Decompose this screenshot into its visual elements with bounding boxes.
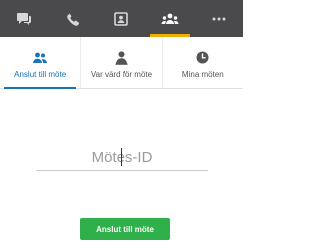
chat-icon xyxy=(17,12,32,25)
join-people-icon xyxy=(32,50,48,65)
top-nav-contacts[interactable] xyxy=(97,0,146,37)
app-window: Anslut till möte Var värd för möte Mina … xyxy=(0,0,243,248)
top-nav-calls[interactable] xyxy=(49,0,98,37)
tab-join-meeting[interactable]: Anslut till möte xyxy=(0,37,80,89)
top-nav-more[interactable] xyxy=(194,0,243,37)
tab-host-meeting-label: Var värd för möte xyxy=(90,70,153,79)
host-person-icon xyxy=(115,50,128,65)
text-cursor xyxy=(121,148,122,166)
top-navigation-bar xyxy=(0,0,243,37)
meetings-icon xyxy=(161,13,179,24)
phone-icon xyxy=(67,12,79,26)
meeting-id-input[interactable] xyxy=(36,145,208,171)
tab-my-meetings-label: Mina möten xyxy=(181,70,224,79)
join-meeting-button[interactable]: Anslut till möte xyxy=(80,218,170,240)
top-nav-chat[interactable] xyxy=(0,0,49,37)
meeting-tabs: Anslut till möte Var värd för möte Mina … xyxy=(0,37,243,89)
top-nav-meetings[interactable] xyxy=(146,0,195,37)
more-icon xyxy=(212,17,226,20)
tab-join-meeting-label: Anslut till möte xyxy=(14,70,67,79)
clock-icon xyxy=(196,50,209,65)
tab-my-meetings[interactable]: Mina möten xyxy=(161,37,243,88)
contact-card-icon xyxy=(114,11,129,26)
tab-host-meeting[interactable]: Var värd för möte xyxy=(80,37,161,88)
